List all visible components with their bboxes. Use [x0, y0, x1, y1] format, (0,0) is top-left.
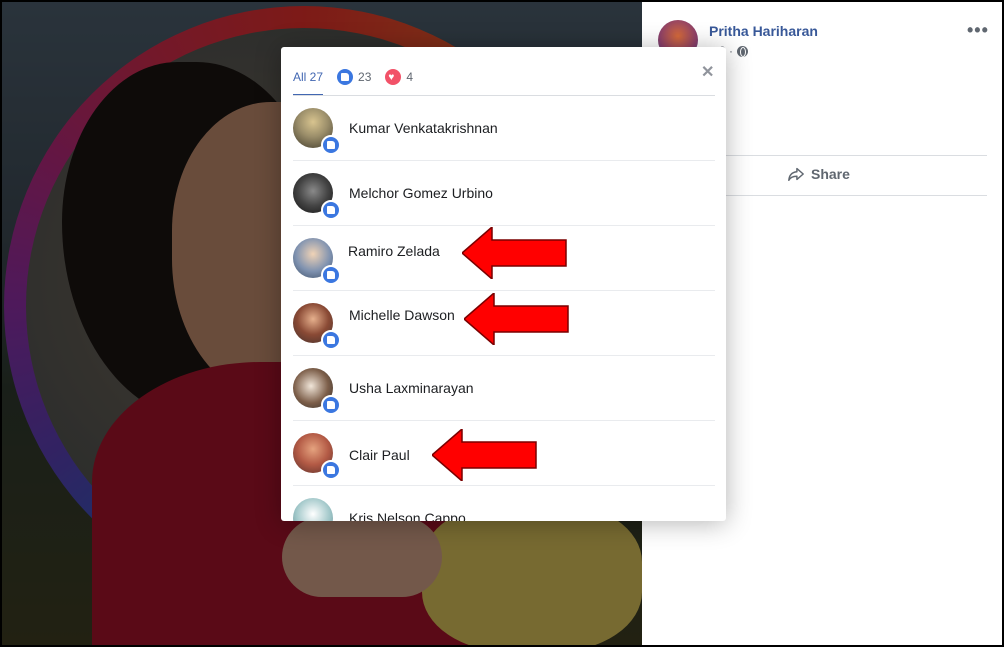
person-name[interactable]: Michelle Dawson	[349, 307, 455, 323]
list-item[interactable]: Usha Laxminarayan	[293, 356, 715, 421]
person-name[interactable]: Kumar Venkatakrishnan	[349, 120, 498, 136]
like-icon	[337, 69, 354, 85]
reaction-tabs: All 27 23 ♥ 4	[293, 59, 413, 96]
like-icon	[321, 330, 341, 350]
like-icon	[321, 200, 341, 220]
annotation-arrow-icon	[432, 429, 537, 481]
tab-like-count: 23	[358, 70, 372, 84]
tab-all-label: All 27	[293, 70, 324, 84]
list-item[interactable]: Kris Nelson Cappo	[293, 486, 715, 521]
person-name[interactable]: Ramiro Zelada	[348, 243, 440, 259]
person-name[interactable]: Clair Paul	[349, 447, 410, 463]
person-name[interactable]: Melchor Gomez Urbino	[349, 185, 493, 201]
like-icon	[321, 460, 341, 480]
like-icon	[321, 395, 341, 415]
like-icon	[321, 265, 341, 285]
person-name[interactable]: Usha Laxminarayan	[349, 380, 474, 396]
annotation-arrow-icon	[464, 293, 569, 345]
love-icon: ♥	[385, 69, 402, 85]
tab-love-count: 4	[406, 70, 414, 84]
annotation-arrow-icon	[462, 227, 567, 279]
person-name[interactable]: Kris Nelson Cappo	[349, 510, 466, 521]
screenshot-frame: Pritha Hariharan e 2 · ••• Share All 27 …	[0, 0, 1004, 647]
like-icon	[321, 135, 341, 155]
tab-all[interactable]: All 27	[293, 59, 324, 96]
avatar[interactable]	[293, 498, 333, 521]
tab-love[interactable]: ♥ 4	[385, 59, 413, 95]
tab-like[interactable]: 23	[337, 59, 371, 95]
list-item[interactable]: Kumar Venkatakrishnan	[293, 96, 715, 161]
list-item[interactable]: Melchor Gomez Urbino	[293, 161, 715, 226]
close-icon[interactable]: ✕	[701, 62, 714, 82]
